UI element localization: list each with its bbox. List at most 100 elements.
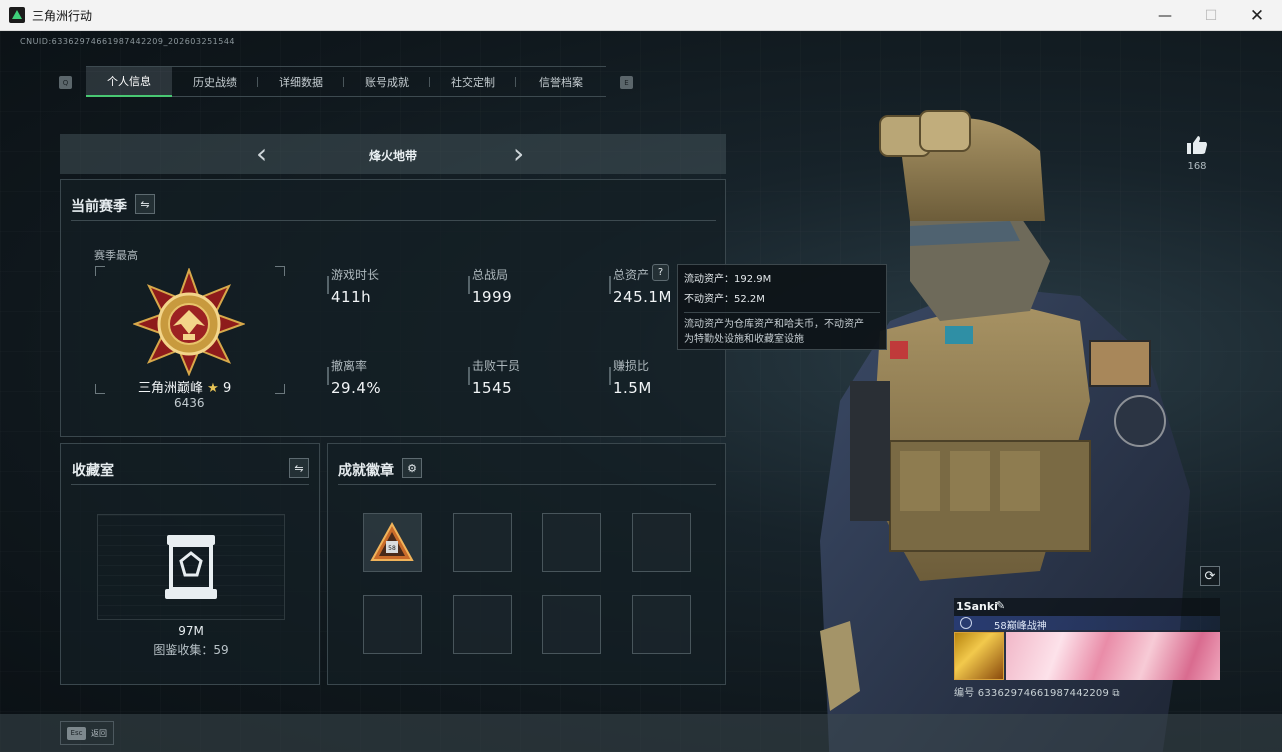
badge-slot[interactable]: 58 [363, 513, 422, 572]
season-best-label: 赛季最高 [94, 249, 138, 262]
badge-slot[interactable] [363, 595, 422, 654]
stat-value-total-matches: 1999 [472, 288, 513, 306]
player-id: 编号 6336297466198744220​9 ⧉ [954, 684, 1120, 699]
rank-name-text: 三角洲巅峰 [138, 381, 204, 396]
stat-value-playtime: 411h [331, 288, 372, 306]
player-title: 58巅峰战神 [994, 621, 1047, 632]
frame-corner [95, 384, 105, 394]
stat-label-kills: 击败干员 [472, 359, 521, 373]
window-titlebar: 三角洲行动 — ☐ ✕ [0, 0, 1282, 31]
badge-slot[interactable] [453, 595, 512, 654]
tab-label: 账号成就 [365, 76, 409, 89]
uid-line: CNUID:6336297466198744220​9_202603251544 [20, 37, 236, 46]
title-emblem-icon [960, 617, 972, 629]
tab-achievements[interactable]: 账号成就 [344, 67, 430, 97]
window-title: 三角洲行动 [32, 8, 93, 23]
tab-label: 详细数据 [279, 76, 323, 89]
assets-help-icon[interactable]: ? [652, 264, 669, 281]
stat-value-total-assets: 245.1M [613, 288, 672, 306]
badge-slot[interactable] [542, 513, 601, 572]
tab-match-history[interactable]: 历史战绩 [172, 67, 258, 97]
tab-detailed-data[interactable]: 详细数据 [258, 67, 344, 97]
player-name-card[interactable]: 1Sanki ✎ 58巅峰战神 编号 6336297466198744220​9… [954, 598, 1220, 704]
player-name: 1Sanki [956, 600, 998, 613]
tab-label: 历史战绩 [193, 76, 237, 89]
tooltip-liquid-assets: 流动资产：192.9M [684, 274, 772, 285]
mode-next-button[interactable]: › [513, 140, 524, 168]
name-row: 1Sanki ✎ [954, 598, 1220, 616]
triangle-badge-icon: 58 [370, 521, 414, 561]
like-count: 168 [1187, 161, 1207, 172]
stat-marker [468, 276, 470, 294]
refresh-button[interactable]: ⟳ [1200, 566, 1220, 586]
stat-label-playtime: 游戏时长 [331, 268, 380, 282]
collection-swap-button[interactable]: ⇋ [289, 458, 309, 478]
rank-points: 6436 [174, 396, 205, 410]
tab-bar: 个人信息 历史战绩 详细数据 账号成就 社交定制 信誉档案 [86, 66, 606, 97]
stat-label-extract-rate: 撤离率 [331, 359, 368, 373]
stat-label-total-assets: 总资产 [613, 268, 650, 282]
season-divider [71, 220, 716, 221]
stat-marker [609, 276, 611, 294]
close-button[interactable]: ✕ [1234, 0, 1280, 31]
achievement-settings-button[interactable]: ⚙ [402, 458, 422, 478]
collection-panel: 收藏室 ⇋ 97M 图鉴收集：59 [60, 443, 320, 685]
back-button[interactable]: Esc 返回 [60, 721, 114, 745]
badge-number: 58 [388, 545, 396, 552]
player-id-text: 编号 6336297466198744220​9 [954, 688, 1110, 699]
tab-credit-record[interactable]: 信誉档案 [516, 67, 606, 97]
badge-slot[interactable] [453, 513, 512, 572]
tab-personal-info[interactable]: 个人信息 [86, 67, 172, 97]
mode-title: 烽火地带 [368, 149, 417, 163]
rank-stars: 9 [222, 381, 232, 396]
tooltip-fixed-assets: 不动资产：52.2M [684, 294, 765, 305]
footer-bar [0, 714, 1282, 752]
achievement-title: 成就徽章 [338, 463, 394, 479]
badge-slot[interactable] [542, 595, 601, 654]
collection-divider [71, 484, 309, 485]
avatar[interactable] [954, 632, 1004, 680]
edit-name-icon[interactable]: ✎ [996, 599, 1005, 612]
stat-label-total-matches: 总战局 [472, 268, 509, 282]
badge-slot[interactable] [632, 513, 691, 572]
badge-slot[interactable] [632, 595, 691, 654]
collection-title: 收藏室 [72, 463, 114, 479]
collection-count: 图鉴收集：59 [153, 643, 229, 657]
refresh-icon: ⟳ [1204, 568, 1216, 584]
minimize-button[interactable]: — [1142, 0, 1188, 31]
season-title: 当前赛季 [71, 199, 127, 215]
stat-marker [327, 276, 329, 294]
stat-value-kills: 1545 [472, 379, 513, 397]
achievement-divider [338, 484, 716, 485]
thumbs-up-icon [1187, 136, 1207, 154]
rank-name: 三角洲巅峰 ★ 9 [138, 377, 231, 396]
frame-corner [275, 266, 285, 276]
collection-value: 97M [178, 624, 204, 638]
title-row: 58巅峰战神 [954, 616, 1220, 632]
tab-label: 个人信息 [107, 75, 151, 88]
frame-corner [95, 266, 105, 276]
tab-label: 社交定制 [451, 76, 495, 89]
profile-banner[interactable] [1006, 632, 1220, 680]
stat-value-extract-rate: 29.4% [331, 379, 382, 397]
tab-hint-left: Q [59, 76, 72, 89]
mode-selector: ‹ 烽火地带 › [60, 134, 726, 174]
esc-key-icon: Esc [67, 726, 86, 740]
copy-id-icon[interactable]: ⧉ [1112, 688, 1119, 699]
stat-value-profit-ratio: 1.5M [613, 379, 652, 397]
tooltip-desc-line1: 流动资产为仓库资产和哈夫币，不动资产 [684, 319, 864, 330]
stat-marker [327, 367, 329, 385]
stat-marker [468, 367, 470, 385]
game-viewport: CNUID:6336297466198744220​9_202603251544… [0, 31, 1282, 752]
back-label: 返回 [91, 728, 107, 738]
season-swap-button[interactable]: ⇋ [135, 194, 155, 214]
tab-social-custom[interactable]: 社交定制 [430, 67, 516, 97]
app-logo-icon [9, 7, 25, 23]
maximize-button[interactable]: ☐ [1188, 0, 1234, 31]
like-button[interactable] [1186, 135, 1208, 159]
tab-hint-right: E [620, 76, 633, 89]
display-case-icon [165, 535, 217, 599]
rank-star-icon: ★ [207, 381, 219, 396]
frame-corner [275, 384, 285, 394]
rank-medal-icon [133, 268, 245, 376]
